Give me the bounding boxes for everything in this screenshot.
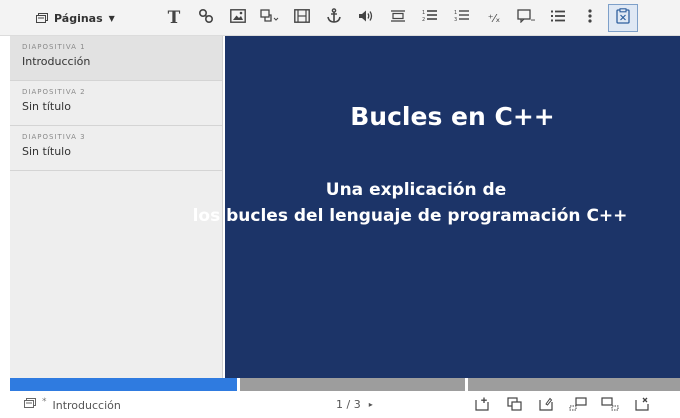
slide-title: Sin título xyxy=(22,145,71,158)
numbered-list-icon: 12 xyxy=(422,9,438,27)
subtitle-line-2: los bucles del lenguaje de programación … xyxy=(192,206,628,226)
left-gutter xyxy=(0,36,10,378)
fraction-icon: ⁺⁄ₓ xyxy=(487,11,501,25)
pages-icon xyxy=(24,398,36,412)
svg-text:2: 2 xyxy=(422,17,425,23)
slide-list-item[interactable]: DIAPOSITIVA 3 Sin título xyxy=(10,126,222,171)
duplicate-icon xyxy=(506,396,522,415)
insert-tools: T 12 13 ⁺⁄ₓ xyxy=(158,4,638,32)
anchor-icon xyxy=(326,8,342,28)
ordered-list-button[interactable]: 13 xyxy=(446,4,478,32)
numbered-list-button[interactable]: 12 xyxy=(414,4,446,32)
delete-slide-button[interactable] xyxy=(626,396,658,414)
slide-progress-bar xyxy=(10,378,680,391)
slide-number: DIAPOSITIVA 3 xyxy=(22,133,86,141)
delete-slide-icon xyxy=(635,396,649,415)
add-slide-icon xyxy=(475,396,489,415)
slide-list-item[interactable]: DIAPOSITIVA 2 Sin título xyxy=(10,81,222,126)
slide-title: Sin título xyxy=(22,100,71,113)
pages-label: Páginas xyxy=(54,11,103,25)
svg-text:1: 1 xyxy=(422,10,425,16)
progress-segment-active[interactable] xyxy=(10,378,237,391)
more-icon xyxy=(588,9,592,27)
move-down-icon xyxy=(601,396,619,415)
slide-list-item[interactable]: DIAPOSITIVA 1 Introducción xyxy=(10,36,222,81)
move-slide-up-button[interactable] xyxy=(562,396,594,414)
insert-shape-button[interactable] xyxy=(254,4,286,32)
add-slide-button[interactable] xyxy=(466,396,498,414)
edit-slide-button[interactable] xyxy=(530,396,562,414)
bullet-list-button[interactable] xyxy=(542,4,574,32)
more-options-button[interactable] xyxy=(574,4,606,32)
ordered-list-icon: 13 xyxy=(454,9,470,27)
modified-marker: * xyxy=(42,397,47,407)
move-slide-down-button[interactable] xyxy=(594,396,626,414)
slide-subtitle[interactable]: Una explicación de los bucles del lengua… xyxy=(120,177,680,229)
align-icon xyxy=(390,9,406,27)
bullet-list-icon xyxy=(550,9,566,27)
pages-menu-button[interactable]: Páginas ▼ xyxy=(36,9,115,27)
align-button[interactable] xyxy=(382,4,414,32)
page-counter: 1 / 3 xyxy=(336,398,361,411)
progress-segment[interactable] xyxy=(468,378,680,391)
insert-text-button[interactable]: T xyxy=(158,4,190,32)
insert-anchor-button[interactable] xyxy=(318,4,350,32)
insert-image-button[interactable] xyxy=(222,4,254,32)
toolbar: Páginas ▼ T 12 13 ⁺⁄ₓ xyxy=(0,0,680,36)
link-icon xyxy=(198,8,214,28)
pager: 1 / 3 ▸ xyxy=(336,398,373,411)
comment-button[interactable] xyxy=(510,4,542,32)
insert-audio-button[interactable] xyxy=(350,4,382,32)
svg-text:1: 1 xyxy=(454,10,457,16)
insert-video-button[interactable] xyxy=(286,4,318,32)
edit-slide-icon xyxy=(539,396,553,415)
move-up-icon xyxy=(569,396,587,415)
next-slide-icon[interactable]: ▸ xyxy=(369,400,373,409)
insert-link-button[interactable] xyxy=(190,4,222,32)
slide-heading[interactable]: Bucles en C++ xyxy=(250,102,655,131)
subtitle-line-1: Una explicación de xyxy=(325,180,507,200)
current-slide-indicator[interactable]: * Introducción xyxy=(24,397,121,412)
text-icon: T xyxy=(167,8,181,28)
progress-segment[interactable] xyxy=(240,378,465,391)
slide-number: DIAPOSITIVA 1 xyxy=(22,43,86,51)
status-bar: * Introducción 1 / 3 ▸ xyxy=(0,391,680,418)
image-icon xyxy=(230,9,246,27)
current-slide-title: Introducción xyxy=(52,398,121,412)
svg-text:3: 3 xyxy=(454,17,457,23)
clipboard-icon xyxy=(616,8,630,28)
pages-icon xyxy=(36,12,48,24)
slide-number: DIAPOSITIVA 2 xyxy=(22,88,86,96)
comment-icon xyxy=(517,9,535,27)
chevron-down-icon: ▼ xyxy=(108,13,115,23)
clipboard-button[interactable] xyxy=(608,4,638,32)
shape-icon xyxy=(260,9,280,27)
film-icon xyxy=(294,9,310,27)
audio-icon xyxy=(358,9,374,27)
duplicate-slide-button[interactable] xyxy=(498,396,530,414)
slide-actions xyxy=(466,396,658,414)
math-button[interactable]: ⁺⁄ₓ xyxy=(478,4,510,32)
slide-title: Introducción xyxy=(22,55,91,68)
